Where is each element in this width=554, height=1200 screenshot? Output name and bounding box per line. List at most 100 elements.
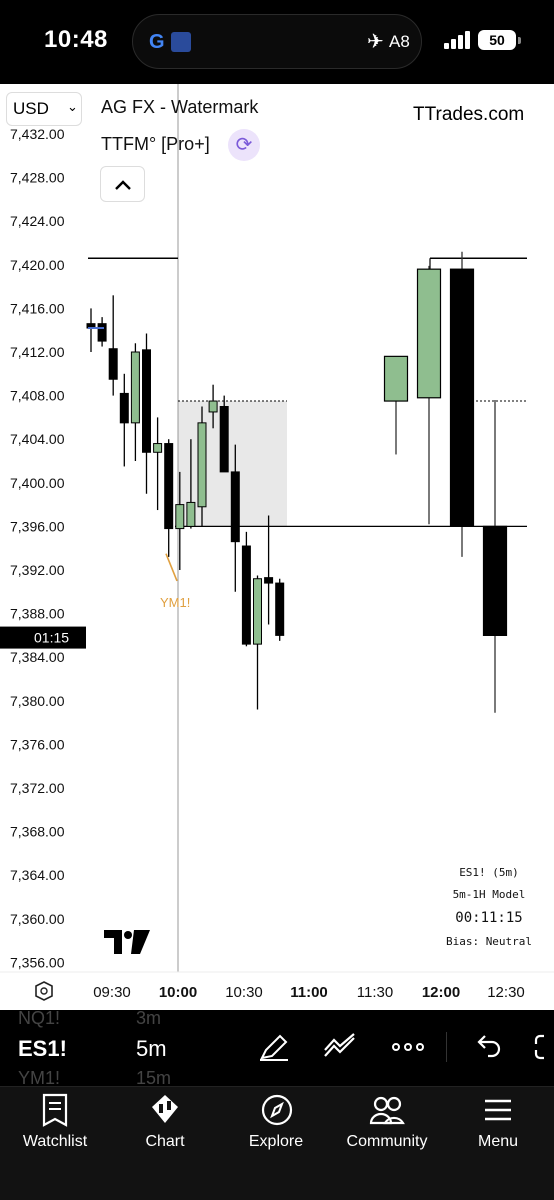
y-axis-label: 7,372.00 bbox=[10, 780, 65, 796]
nav-item-watchlist[interactable]: Watchlist bbox=[0, 1087, 110, 1167]
smt-annotation-label: YM1! bbox=[160, 595, 190, 610]
collapse-indicators-button[interactable] bbox=[100, 166, 145, 202]
indicators-icon[interactable] bbox=[322, 1032, 358, 1062]
htf-candle bbox=[482, 525, 508, 636]
y-axis-label: 7,412.00 bbox=[10, 344, 65, 360]
battery-tip bbox=[518, 37, 521, 44]
ltf-candle bbox=[219, 406, 229, 473]
x-axis-label: 12:00 bbox=[422, 984, 460, 1001]
htf-candle bbox=[416, 268, 442, 399]
flight-code: A8 bbox=[389, 32, 410, 51]
refresh-icon[interactable]: ⟳ bbox=[228, 129, 260, 161]
y-axis-label: 7,364.00 bbox=[10, 867, 65, 883]
dynamic-island: G ✈ A8 bbox=[132, 14, 422, 69]
ghost-symbol-above: NQ1! bbox=[18, 1008, 61, 1028]
info-model: 5m-1H Model bbox=[452, 888, 526, 901]
y-axis-label: 7,404.00 bbox=[10, 431, 65, 447]
y-axis-label: 7,356.00 bbox=[10, 954, 65, 970]
tradingview-logo-icon bbox=[104, 930, 150, 954]
undo-icon[interactable] bbox=[470, 1032, 506, 1062]
ltf-candle bbox=[97, 323, 107, 342]
y-axis-label: 7,392.00 bbox=[10, 562, 65, 578]
ltf-candle bbox=[142, 349, 151, 453]
nav-label: Watchlist bbox=[22, 1133, 88, 1150]
battery-icon: 50 bbox=[478, 30, 516, 50]
chart-area[interactable]: 7,432.00 7,428.00 7,424.00 7,420.00 7,416.00… bbox=[0, 84, 554, 1010]
nav-item-chart[interactable]: Chart bbox=[110, 1087, 220, 1167]
currency-select[interactable]: USD ⌄ bbox=[6, 92, 82, 126]
y-axis-label: 7,380.00 bbox=[10, 693, 65, 709]
nav-label: Community bbox=[346, 1133, 428, 1150]
y-axis-label: 7,424.00 bbox=[10, 213, 65, 229]
y-axis-label: 7,432.00 bbox=[10, 126, 65, 142]
x-axis-label: 09:30 bbox=[93, 984, 131, 1001]
ltf-candle bbox=[208, 400, 218, 413]
nav-item-community[interactable]: Community bbox=[332, 1087, 442, 1167]
ltf-candle bbox=[108, 348, 118, 380]
info-symbol: ES1! (5m) bbox=[459, 866, 519, 879]
watchlist-icon bbox=[42, 1093, 68, 1127]
ltf-candle bbox=[153, 443, 163, 453]
x-axis-label: 12:30 bbox=[487, 984, 525, 1001]
htf-candle bbox=[383, 355, 409, 402]
nav-item-explore[interactable]: Explore bbox=[221, 1087, 331, 1167]
settings-hex-icon-center bbox=[40, 987, 48, 995]
fullscreen-icon[interactable] bbox=[532, 1032, 554, 1062]
ltf-candle bbox=[175, 504, 185, 530]
nav-label: Chart bbox=[145, 1133, 185, 1150]
symbol-picker[interactable]: ES1! bbox=[18, 1036, 67, 1062]
currency-value: USD bbox=[13, 99, 49, 118]
nav-item-menu[interactable]: Menu bbox=[443, 1087, 553, 1167]
y-axis-label: 7,408.00 bbox=[10, 388, 65, 404]
y-axis-label: 7,400.00 bbox=[10, 475, 65, 491]
ghost-interval-above: 3m bbox=[136, 1008, 162, 1028]
cellular-signal-icon bbox=[444, 31, 472, 49]
ltf-candle bbox=[275, 582, 285, 636]
y-axis-label: 7,416.00 bbox=[10, 300, 65, 316]
countdown-label: 01:15 bbox=[34, 630, 69, 646]
ltf-candle bbox=[230, 471, 240, 543]
y-axis-label: 7,384.00 bbox=[10, 649, 65, 665]
status-time: 10:48 bbox=[44, 26, 108, 53]
compass-icon bbox=[261, 1094, 293, 1126]
watermark-text: TTrades.com bbox=[413, 104, 525, 125]
drawing-pen-icon[interactable] bbox=[256, 1032, 292, 1062]
indicator-label-watermark[interactable]: AG FX - Watermark bbox=[101, 97, 258, 118]
x-axis-label: 10:30 bbox=[225, 984, 263, 1001]
airline-logo-icon bbox=[171, 32, 191, 52]
y-axis-label: 7,428.00 bbox=[10, 170, 65, 186]
y-axis-label: 7,360.00 bbox=[10, 911, 65, 927]
community-icon bbox=[369, 1096, 405, 1125]
google-icon: G bbox=[149, 31, 165, 53]
ltf-candle bbox=[241, 545, 251, 645]
x-axis-label: 11:00 bbox=[290, 984, 328, 1001]
y-axis-label: 7,368.00 bbox=[10, 824, 65, 840]
y-axis-label: 7,388.00 bbox=[10, 606, 65, 622]
status-bar: 10:48 G ✈ A8 50 bbox=[0, 0, 554, 84]
smt-annotation-line bbox=[165, 553, 178, 582]
settings-hex-icon[interactable] bbox=[35, 981, 53, 1001]
nav-label: Menu bbox=[477, 1133, 519, 1150]
more-options-icon[interactable] bbox=[390, 1032, 426, 1062]
chevron-up-icon bbox=[114, 180, 131, 190]
y-axis-label: 7,376.00 bbox=[10, 736, 65, 752]
interval-picker[interactable]: 5m bbox=[136, 1036, 167, 1062]
y-axis-label: 7,420.00 bbox=[10, 257, 65, 273]
chart-icon bbox=[152, 1095, 178, 1123]
indicator-label-ttfm[interactable]: TTFM° [Pro+] bbox=[101, 134, 210, 155]
htf-candle bbox=[449, 268, 475, 527]
chevron-down-icon: ⌄ bbox=[67, 99, 78, 114]
info-bias: Bias: Neutral bbox=[445, 935, 533, 948]
info-timer: 00:11:15 bbox=[455, 910, 523, 926]
x-axis-label: 10:00 bbox=[159, 984, 197, 1001]
bottom-nav: Watchlist Chart Explore Community Menu bbox=[0, 1086, 554, 1200]
ltf-candle bbox=[164, 443, 174, 530]
airplane-icon: ✈ bbox=[367, 31, 384, 53]
y-axis-label: 7,396.00 bbox=[10, 518, 65, 534]
ltf-candle bbox=[197, 422, 207, 508]
x-axis-label: 11:30 bbox=[357, 984, 393, 1001]
ltf-candle bbox=[186, 501, 196, 527]
ltf-candle bbox=[264, 577, 274, 584]
ltf-candle bbox=[253, 578, 262, 645]
menu-icon bbox=[485, 1099, 511, 1121]
